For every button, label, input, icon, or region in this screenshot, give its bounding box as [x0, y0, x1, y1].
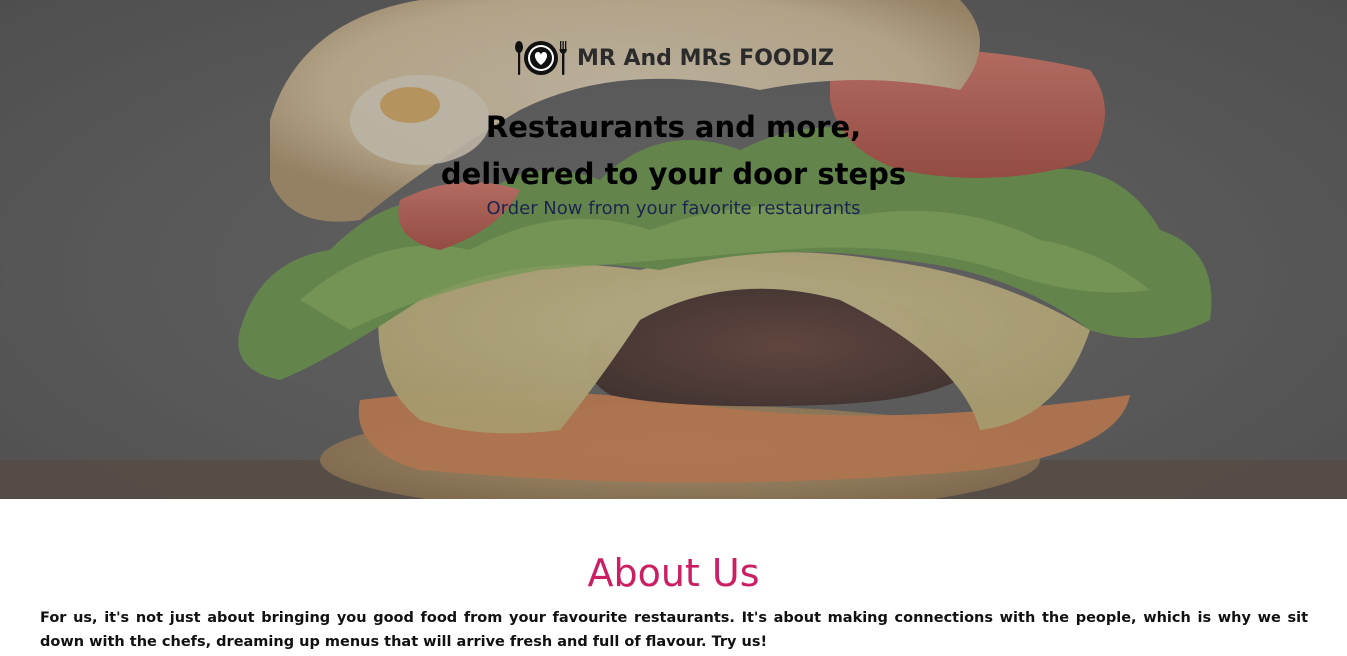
brand[interactable]: MR And MRs FOODIZ — [0, 38, 1347, 78]
hero-tagline: Order Now from your favorite restaurants — [486, 198, 861, 219]
brand-name: MR And MRs FOODIZ — [576, 45, 834, 71]
plate-heart-cutlery-icon — [514, 41, 567, 75]
hero-section: MR And MRs FOODIZ Restaurants and more, … — [0, 0, 1347, 499]
hero-headline-line-2: delivered to your door steps — [440, 157, 907, 191]
hero-headline-line-1: Restaurants and more, — [485, 110, 862, 144]
about-title: About Us — [587, 551, 760, 595]
about-section: About Us For us, it's not just about bri… — [0, 499, 1347, 656]
hero-headline: Restaurants and more, delivered to your … — [0, 104, 1347, 198]
about-text: For us, it's not just about bringing you… — [40, 610, 1308, 650]
